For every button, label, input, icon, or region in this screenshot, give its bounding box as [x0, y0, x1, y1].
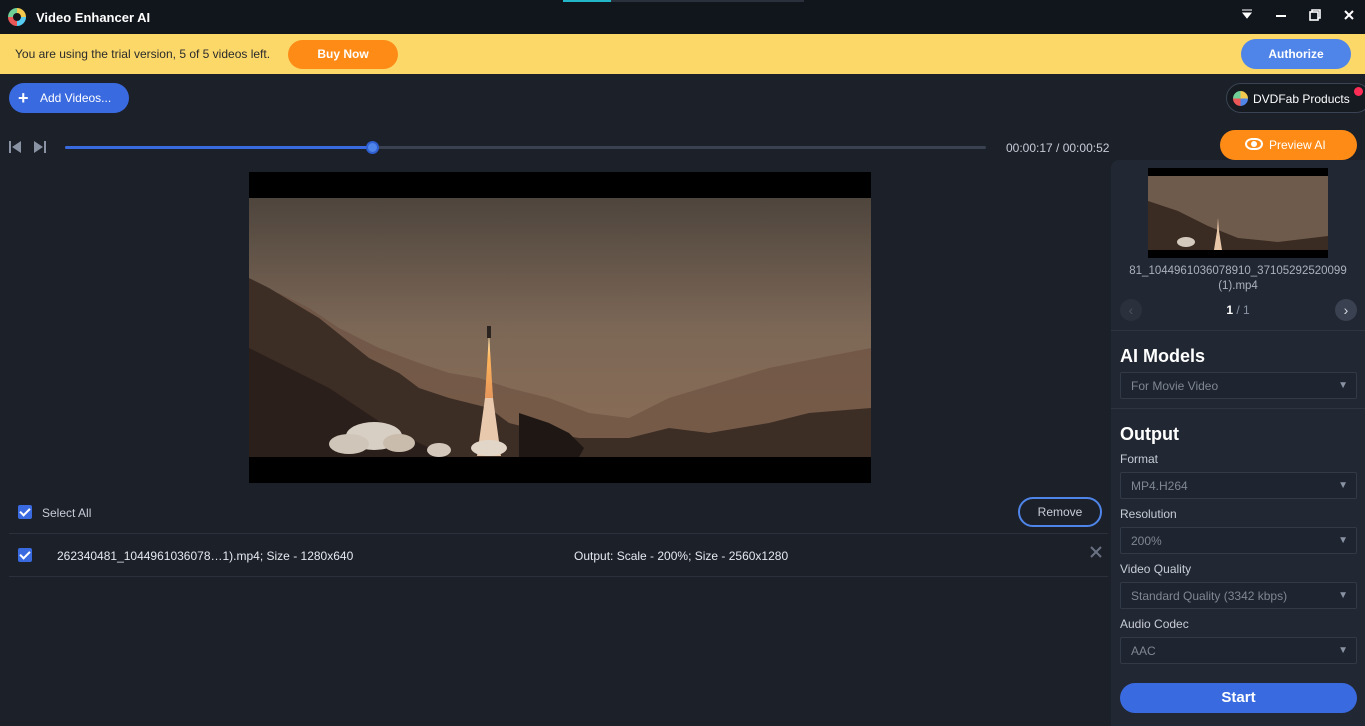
preview-ai-button[interactable]: Preview AI [1220, 130, 1357, 160]
skip-forward-icon[interactable] [33, 140, 47, 154]
row-checkbox[interactable] [18, 548, 32, 562]
thumbnail-file-name: 81_1044961036078910_37105292520099 (1).m… [1111, 264, 1365, 294]
page-total: / 1 [1236, 303, 1250, 317]
video-frame-image [249, 198, 871, 457]
ai-models-title: AI Models [1120, 346, 1206, 366]
resolution-label: Resolution [1120, 507, 1177, 521]
thumbnail-image [1148, 176, 1328, 250]
app-title: Video Enhancer AI [36, 10, 151, 25]
video-quality-select[interactable]: Standard Quality (3342 kbps) ▼ [1120, 582, 1357, 609]
panel-divider [1111, 330, 1365, 331]
settings-panel: 81_1044961036078910_37105292520099 (1).m… [1111, 160, 1365, 726]
list-row-divider [9, 576, 1108, 577]
video-quality-label: Video Quality [1120, 562, 1192, 576]
title-bar: Video Enhancer AI [0, 0, 1365, 34]
seek-bar[interactable] [65, 141, 986, 154]
buy-now-button[interactable]: Buy Now [288, 40, 398, 69]
app-logo-icon [8, 8, 26, 26]
seek-progress [65, 146, 372, 149]
chevron-down-icon: ▼ [1338, 645, 1348, 656]
minimize-icon[interactable] [1272, 8, 1290, 26]
select-all-label[interactable]: Select All [42, 506, 91, 520]
add-videos-label: Add Videos... [40, 91, 112, 105]
title-accent-line [563, 0, 611, 2]
row-output-info: Output: Scale - 200%; Size - 2560x1280 [574, 549, 789, 563]
output-title: Output [1120, 424, 1179, 444]
chevron-down-icon: ▼ [1338, 590, 1348, 601]
close-icon[interactable] [1340, 8, 1358, 26]
time-display: 00:00:17 / 00:00:52 [1006, 141, 1110, 155]
plus-icon: + [18, 88, 29, 108]
remove-button[interactable]: Remove [1018, 497, 1102, 527]
list-divider [9, 533, 1108, 534]
start-button[interactable]: Start [1120, 683, 1357, 713]
trial-message: You are using the trial version, 5 of 5 … [15, 47, 271, 61]
eye-icon [1245, 138, 1263, 150]
thumbnail-file-name-line2: (1).mp4 [1218, 280, 1258, 292]
row-file-name: 262340481_1044961036078…1).mp4; Size - 1… [57, 549, 354, 563]
video-thumbnail[interactable] [1148, 168, 1328, 258]
video-quality-value: Standard Quality (3342 kbps) [1131, 589, 1288, 603]
thumbnail-file-name-line1: 81_1044961036078910_37105292520099 [1129, 265, 1347, 277]
page-current: 1 [1226, 303, 1233, 317]
audio-codec-value: AAC [1131, 644, 1156, 658]
trial-banner: You are using the trial version, 5 of 5 … [0, 34, 1365, 74]
audio-codec-label: Audio Codec [1120, 617, 1189, 631]
format-select[interactable]: MP4.H264 ▼ [1120, 472, 1357, 499]
seek-handle[interactable] [365, 141, 379, 154]
audio-codec-select[interactable]: AAC ▼ [1120, 637, 1357, 664]
row-remove-icon[interactable] [1088, 545, 1104, 561]
next-page-icon[interactable]: › [1335, 299, 1357, 321]
format-value: MP4.H264 [1131, 479, 1188, 493]
skip-back-icon[interactable] [8, 140, 22, 154]
format-label: Format [1120, 452, 1159, 466]
resolution-select[interactable]: 200% ▼ [1120, 527, 1357, 554]
notification-dot [1354, 87, 1363, 96]
title-accent-line-dim [611, 0, 804, 2]
select-all-checkbox[interactable] [18, 505, 32, 519]
video-preview[interactable] [249, 172, 871, 483]
chevron-down-icon: ▼ [1338, 480, 1348, 491]
panel-divider [1111, 408, 1365, 409]
resolution-value: 200% [1131, 534, 1162, 548]
dvdfab-products-label: DVDFab Products [1253, 92, 1350, 106]
ai-model-select[interactable]: For Movie Video ▼ [1120, 372, 1357, 399]
chevron-down-icon: ▼ [1338, 380, 1348, 391]
restore-icon[interactable] [1306, 8, 1324, 26]
ai-model-value: For Movie Video [1131, 379, 1219, 393]
chevron-down-icon: ▼ [1338, 535, 1348, 546]
dvdfab-logo-icon [1233, 91, 1248, 106]
authorize-button[interactable]: Authorize [1241, 39, 1351, 69]
add-videos-button[interactable]: + Add Videos... [9, 83, 129, 113]
dropdown-arrow-icon[interactable] [1238, 8, 1256, 26]
dvdfab-products-button[interactable]: DVDFab Products [1226, 83, 1365, 113]
page-indicator: 1 / 1 [1111, 303, 1365, 317]
preview-ai-label: Preview AI [1269, 138, 1326, 152]
